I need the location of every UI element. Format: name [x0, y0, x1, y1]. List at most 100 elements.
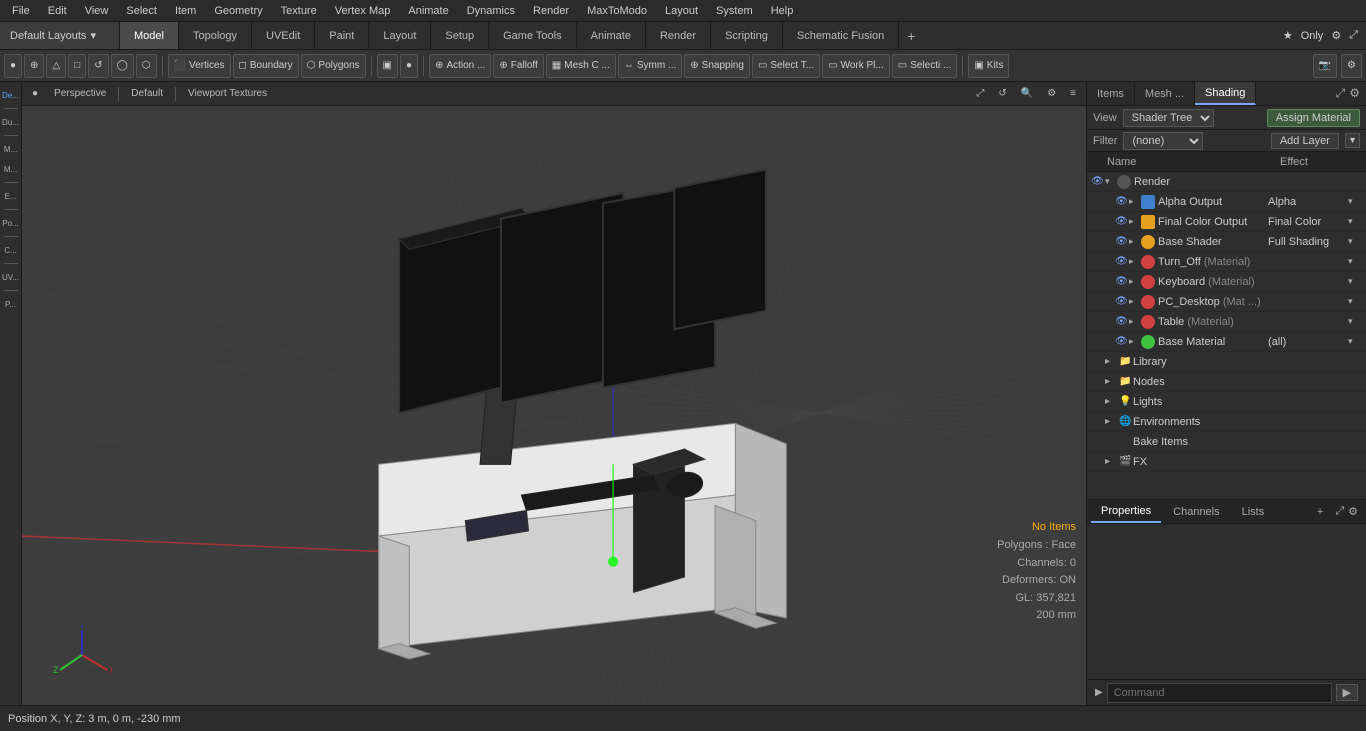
- left-tool-8[interactable]: UV...: [2, 268, 20, 286]
- eye-icon[interactable]: 👁: [1115, 336, 1129, 347]
- toolbar-circle-btn[interactable]: ◯: [111, 54, 134, 78]
- tab-animate[interactable]: Animate: [577, 22, 646, 49]
- tree-item-basematerial[interactable]: 👁 ▸ Base Material (all) ▾: [1087, 332, 1366, 352]
- tree-item-lights[interactable]: ▸ 💡 Lights: [1087, 392, 1366, 412]
- menu-select[interactable]: Select: [118, 3, 165, 19]
- eye-icon[interactable]: 👁: [1115, 276, 1129, 287]
- left-tool-1[interactable]: De...: [2, 86, 20, 104]
- env-arrow[interactable]: ▸: [1105, 416, 1119, 427]
- tab-render[interactable]: Render: [646, 22, 711, 49]
- menu-item[interactable]: Item: [167, 3, 204, 19]
- view-select[interactable]: Shader Tree: [1123, 109, 1214, 127]
- toolbar-tri-btn[interactable]: △: [46, 54, 66, 78]
- filter-select[interactable]: (none): [1123, 132, 1203, 150]
- toolbar-plus-btn[interactable]: ⊕: [24, 54, 44, 78]
- tree-item-turnoff[interactable]: 👁 ▸ Turn_Off (Material) ▾: [1087, 252, 1366, 272]
- menu-vertexmap[interactable]: Vertex Map: [327, 3, 399, 19]
- left-tool-5[interactable]: E...: [2, 187, 20, 205]
- finalcolor-arrow[interactable]: ▾: [1348, 216, 1362, 227]
- toolbar-rot-btn[interactable]: ↺: [88, 54, 108, 78]
- tab-items[interactable]: Items: [1087, 82, 1135, 105]
- tab-lists[interactable]: Lists: [1232, 500, 1275, 523]
- maximize-icon[interactable]: ⤢: [1349, 29, 1358, 42]
- expand-icon[interactable]: ▸: [1129, 256, 1141, 267]
- menu-layout[interactable]: Layout: [657, 3, 706, 19]
- eye-icon[interactable]: 👁: [1115, 256, 1129, 267]
- command-arrow-icon[interactable]: ▶: [1095, 687, 1103, 698]
- menu-maxtomodo[interactable]: MaxToModo: [579, 3, 655, 19]
- tree-item-alpha[interactable]: 👁 ▸ Alpha Output Alpha ▾: [1087, 192, 1366, 212]
- command-run-button[interactable]: ▶: [1336, 684, 1358, 701]
- tree-item-keyboard[interactable]: 👁 ▸ Keyboard (Material) ▾: [1087, 272, 1366, 292]
- toolbar-settings-btn[interactable]: ⚙: [1341, 54, 1362, 78]
- vp-shading-label[interactable]: Default: [127, 87, 167, 100]
- keyboard-arrow[interactable]: ▾: [1348, 276, 1362, 287]
- tab-setup[interactable]: Setup: [431, 22, 489, 49]
- tab-layout[interactable]: Layout: [369, 22, 431, 49]
- toolbar-sq-btn[interactable]: □: [68, 54, 86, 78]
- vp-fit-icon[interactable]: ⤢: [972, 87, 988, 100]
- vp-rotate-icon[interactable]: ↺: [994, 87, 1010, 100]
- toolbar-selecti-btn[interactable]: ▭Selecti ...: [892, 54, 958, 78]
- tab-model[interactable]: Model: [120, 22, 179, 49]
- vp-perspective-label[interactable]: Perspective: [50, 87, 110, 100]
- pcdesktop-arrow[interactable]: ▾: [1348, 296, 1362, 307]
- left-tool-7[interactable]: C...: [2, 241, 20, 259]
- nodes-arrow[interactable]: ▸: [1105, 376, 1119, 387]
- vp-menu-icon[interactable]: ≡: [1066, 87, 1080, 100]
- tree-item-bakeitems[interactable]: Bake Items: [1087, 432, 1366, 452]
- tree-item-table[interactable]: 👁 ▸ Table (Material) ▾: [1087, 312, 1366, 332]
- eye-icon[interactable]: 👁: [1091, 176, 1105, 187]
- menu-edit[interactable]: Edit: [40, 3, 75, 19]
- tree-item-finalcolor[interactable]: 👁 ▸ Final Color Output Final Color ▾: [1087, 212, 1366, 232]
- eye-icon[interactable]: 👁: [1115, 196, 1129, 207]
- tree-item-nodes[interactable]: ▸ 📁 Nodes: [1087, 372, 1366, 392]
- menu-geometry[interactable]: Geometry: [206, 3, 270, 19]
- layout-dropdown[interactable]: Default Layouts ▾: [0, 22, 120, 49]
- expand-icon[interactable]: ▾: [1105, 176, 1117, 187]
- tab-shading[interactable]: Shading: [1195, 82, 1256, 105]
- expand-icon[interactable]: ▸: [1129, 296, 1141, 307]
- props-add-tab-button[interactable]: +: [1311, 506, 1329, 518]
- props-expand-icon[interactable]: ⤢: [1335, 505, 1344, 518]
- toolbar-select-btn[interactable]: ●: [4, 54, 22, 78]
- menu-render[interactable]: Render: [525, 3, 577, 19]
- add-layer-button[interactable]: Add Layer: [1271, 133, 1339, 149]
- expand-icon[interactable]: ▸: [1129, 276, 1141, 287]
- expand-icon[interactable]: ▸: [1129, 336, 1141, 347]
- toolbar-select-t-btn[interactable]: ▭Select T...: [752, 54, 820, 78]
- tab-schematic[interactable]: Schematic Fusion: [783, 22, 899, 49]
- toolbar-vertices-btn[interactable]: ⬛Vertices: [168, 54, 231, 78]
- eye-icon[interactable]: 👁: [1115, 216, 1129, 227]
- tab-uvedit[interactable]: UVEdit: [252, 22, 315, 49]
- toolbar-action-btn[interactable]: ⊕Action ...: [429, 54, 491, 78]
- expand-icon[interactable]: ▸: [1129, 316, 1141, 327]
- tab-add-button[interactable]: +: [899, 22, 923, 49]
- tree-item-pcdesktop[interactable]: 👁 ▸ PC_Desktop (Mat ...) ▾: [1087, 292, 1366, 312]
- left-tool-4[interactable]: M...: [2, 160, 20, 178]
- menu-dynamics[interactable]: Dynamics: [459, 3, 523, 19]
- toolbar-workpl-btn[interactable]: ▭Work Pl...: [822, 54, 890, 78]
- menu-file[interactable]: File: [4, 3, 38, 19]
- left-tool-6[interactable]: Po...: [2, 214, 20, 232]
- toolbar-boundary-btn[interactable]: ◻Boundary: [233, 54, 299, 78]
- tab-properties[interactable]: Properties: [1091, 500, 1161, 523]
- tree-item-render[interactable]: 👁 ▾ Render: [1087, 172, 1366, 192]
- toolbar-polygons-btn[interactable]: ⬡Polygons: [301, 54, 366, 78]
- eye-icon[interactable]: 👁: [1115, 316, 1129, 327]
- shader-settings-icon[interactable]: ⚙: [1349, 86, 1360, 101]
- tab-paint[interactable]: Paint: [315, 22, 369, 49]
- tree-item-fx[interactable]: ▸ 🎬 FX: [1087, 452, 1366, 472]
- expand-icon[interactable]: ▸: [1129, 196, 1141, 207]
- fx-arrow[interactable]: ▸: [1105, 456, 1119, 467]
- toolbar-falloff-btn[interactable]: ⊕Falloff: [493, 54, 543, 78]
- vp-zoom-icon[interactable]: 🔍: [1017, 87, 1037, 100]
- command-input[interactable]: [1107, 683, 1332, 703]
- assign-material-button[interactable]: Assign Material: [1267, 109, 1360, 127]
- menu-animate[interactable]: Animate: [400, 3, 456, 19]
- menu-help[interactable]: Help: [763, 3, 802, 19]
- menu-system[interactable]: System: [708, 3, 761, 19]
- expand-icon[interactable]: ▸: [1129, 216, 1141, 227]
- props-settings-icon[interactable]: ⚙: [1348, 505, 1358, 518]
- add-layer-arrow-button[interactable]: ▾: [1345, 133, 1360, 148]
